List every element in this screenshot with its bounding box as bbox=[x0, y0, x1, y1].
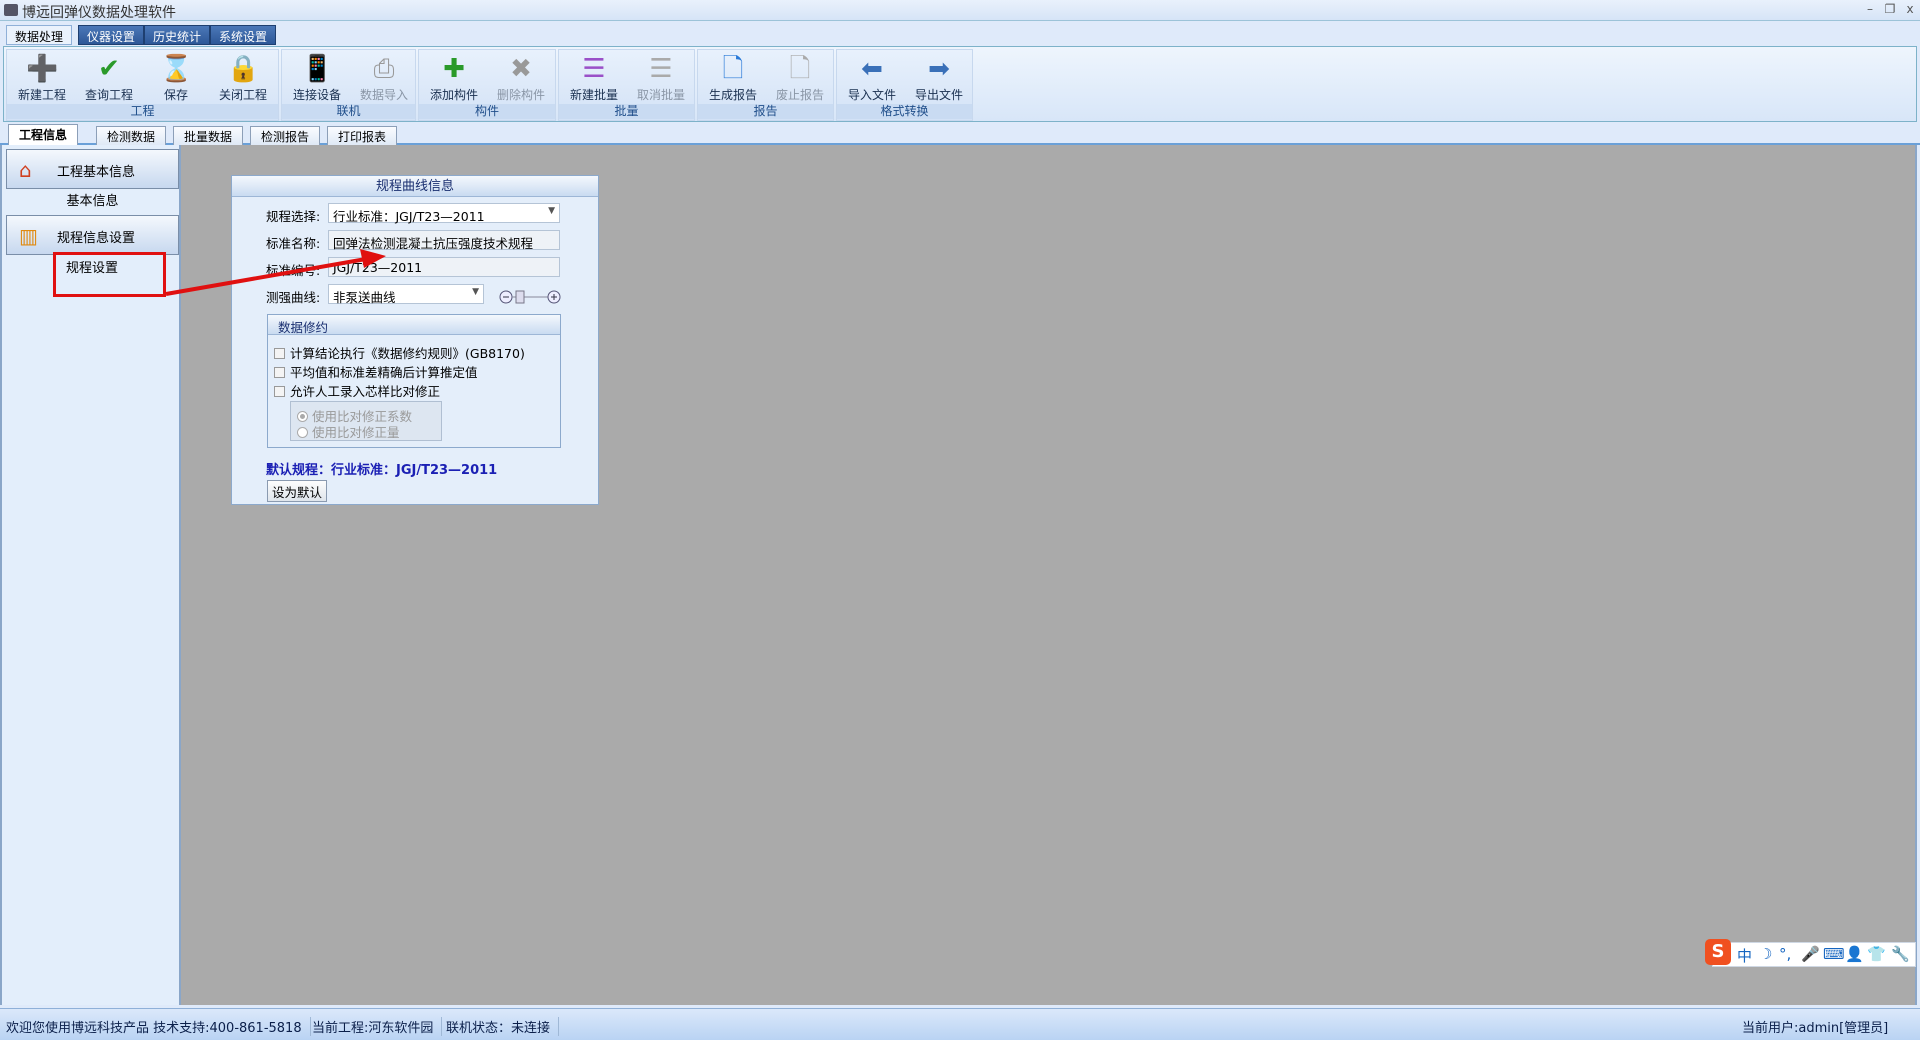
sogou-logo-icon[interactable]: S bbox=[1705, 939, 1731, 965]
toolbar-button[interactable]: ➡ 导出文件 bbox=[907, 52, 971, 104]
status-welcome: 欢迎您使用博远科技产品 技术支持:400-861-5818 bbox=[6, 1017, 311, 1036]
toolbar-button-label: 取消批量 bbox=[636, 88, 685, 102]
moon-icon[interactable]: ☽ bbox=[1759, 945, 1772, 963]
toolbar-button[interactable]: ☰ 取消批量 bbox=[629, 52, 693, 104]
toolbar-button-label: 废止报告 bbox=[775, 88, 824, 102]
wrench-icon[interactable]: 🔧 bbox=[1891, 945, 1910, 963]
toolbar-icon: ➡ bbox=[928, 54, 950, 84]
minimize-button[interactable]: – bbox=[1862, 2, 1878, 16]
status-connection: 联机状态：未连接 bbox=[446, 1017, 560, 1036]
ime-chinese-mode[interactable]: 中 bbox=[1737, 945, 1752, 966]
toolbar-button-label: 导入文件 bbox=[847, 88, 896, 102]
status-bar: 欢迎您使用博远科技产品 技术支持:400-861-5818 当前工程:河东软件园… bbox=[0, 1008, 1920, 1040]
punctuation-icon[interactable]: °, bbox=[1779, 945, 1791, 963]
correction-radio-group: 使用比对修正系数 使用比对修正量 bbox=[290, 401, 442, 441]
toolbar-icon: 🗋 bbox=[722, 54, 744, 84]
ribbon-group-label: 格式转换 bbox=[837, 104, 972, 119]
radio-amount[interactable]: 使用比对修正量 bbox=[297, 422, 400, 441]
ribbon-group: 🗋 生成报告 🗋 废止报告报告 bbox=[697, 49, 834, 121]
toolbar-icon: ☰ bbox=[649, 54, 673, 84]
toolbar-icon: 🗋 bbox=[789, 54, 811, 84]
radio-icon bbox=[297, 411, 308, 422]
ribbon-group-label: 报告 bbox=[698, 104, 833, 119]
user-icon[interactable]: 👤 bbox=[1845, 945, 1864, 963]
status-current-project: 当前工程:河东软件园 bbox=[312, 1017, 443, 1036]
annotation-arrow-icon bbox=[165, 249, 386, 296]
keyboard-icon[interactable]: ⌨ bbox=[1823, 945, 1845, 963]
toolbar-button[interactable]: 🗋 生成报告 bbox=[701, 52, 765, 104]
radio-icon bbox=[297, 427, 308, 438]
toolbar-button-label: 生成报告 bbox=[708, 88, 757, 102]
restore-button[interactable]: ❐ bbox=[1882, 2, 1898, 16]
ribbon-group: ⬅ 导入文件 ➡ 导出文件格式转换 bbox=[836, 49, 973, 121]
toolbar-button-label: 导出文件 bbox=[914, 88, 963, 102]
microphone-icon[interactable]: 🎤 bbox=[1801, 945, 1820, 963]
status-current-user: 当前用户:admin[管理员] bbox=[1742, 1021, 1889, 1036]
toolbar-button[interactable]: ⬅ 导入文件 bbox=[840, 52, 904, 104]
radio-label: 使用比对修正量 bbox=[312, 425, 400, 440]
set-default-button[interactable]: 设为默认 bbox=[267, 480, 327, 502]
toolbar-icon: ⬅ bbox=[861, 54, 883, 84]
close-button[interactable]: x bbox=[1902, 2, 1918, 16]
default-spec-text: 默认规程：行业标准：JGJ/T23—2011 bbox=[266, 463, 498, 478]
toolbar-button[interactable]: 🗋 废止报告 bbox=[768, 52, 832, 104]
ime-toolbar: S 中 ☽ °, 🎤 ⌨ 👤 👕 🔧 bbox=[1705, 939, 1916, 967]
skin-icon[interactable]: 👕 bbox=[1867, 945, 1886, 963]
